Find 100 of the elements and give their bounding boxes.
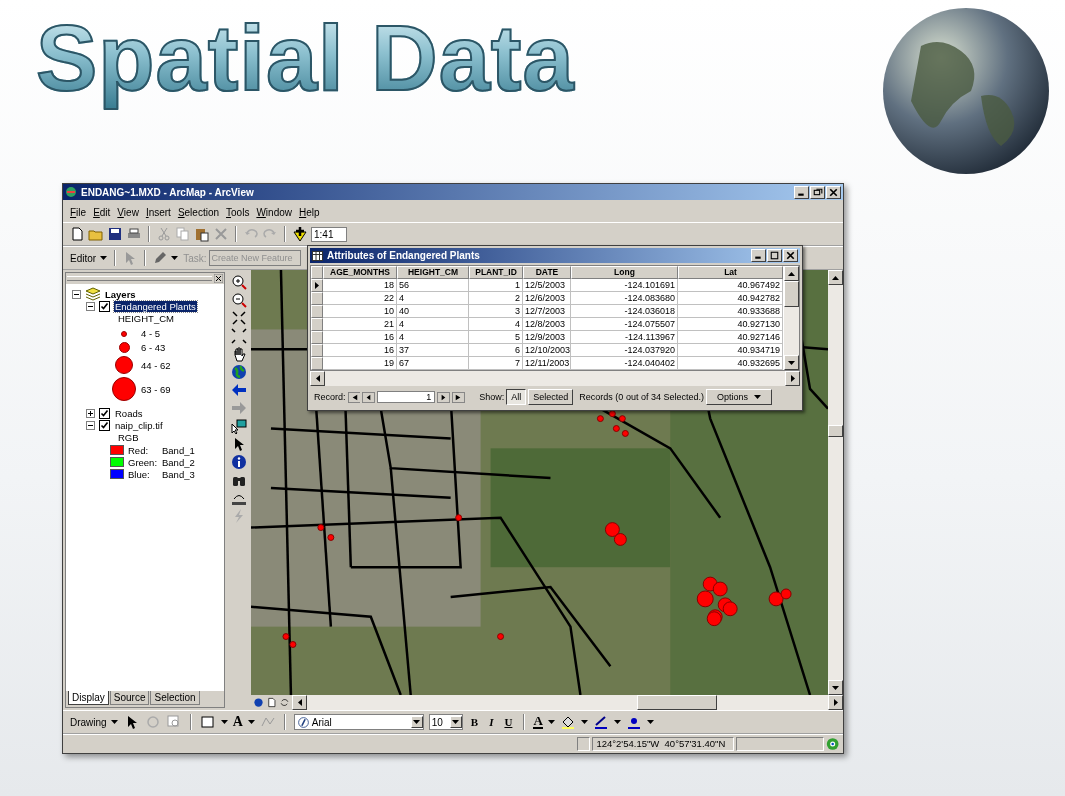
font-dropdown[interactable]: Arial	[293, 714, 424, 730]
menu-item[interactable]: Edit	[90, 206, 114, 218]
data-view-icon[interactable]	[253, 697, 264, 708]
scroll-button[interactable]	[292, 695, 307, 710]
panel-tab[interactable]: Display	[68, 691, 109, 705]
editor-menu-button[interactable]: Editor	[69, 251, 109, 265]
menu-item[interactable]: Tools	[223, 206, 253, 218]
pan-icon[interactable]	[231, 346, 247, 362]
paste-icon[interactable]	[194, 226, 210, 242]
checkbox[interactable]	[99, 419, 110, 431]
globe-icon[interactable]	[231, 364, 247, 380]
dropdown-button[interactable]	[410, 716, 423, 728]
fixed-zoom-out-icon[interactable]	[231, 328, 247, 344]
scroll-button[interactable]	[828, 695, 843, 710]
drawing-menu-button[interactable]: Drawing	[69, 715, 119, 729]
expand-icon[interactable]	[86, 408, 95, 418]
rectangle-icon[interactable]	[199, 714, 216, 730]
format-button[interactable]: B	[467, 716, 482, 728]
text-tool-button[interactable]: A	[232, 714, 243, 730]
caret-icon[interactable]	[220, 720, 228, 724]
collapse-icon[interactable]	[86, 420, 95, 430]
task-field[interactable]: Create New Feature	[209, 250, 302, 266]
checkbox[interactable]	[99, 407, 110, 419]
caret-icon[interactable]	[547, 720, 555, 724]
font-size-dropdown[interactable]: 10	[428, 714, 463, 730]
panel-tab[interactable]: Selection	[150, 691, 200, 705]
caret-icon[interactable]	[580, 720, 588, 724]
caret-icon[interactable]	[613, 720, 621, 724]
caret-icon[interactable]	[646, 720, 654, 724]
minimize-icon[interactable]	[794, 185, 809, 199]
panel-tab[interactable]: Source	[109, 691, 150, 705]
close-icon[interactable]	[214, 274, 223, 283]
pencil-icon[interactable]	[152, 250, 169, 266]
scroll-button[interactable]	[828, 270, 843, 285]
scale-field[interactable]: 1:41	[311, 226, 347, 242]
menu-item[interactable]: Help	[296, 206, 323, 218]
menu-item[interactable]: Window	[253, 206, 295, 218]
show-toggle-button[interactable]: All	[506, 389, 527, 405]
menu-item[interactable]: File	[67, 206, 90, 218]
column-header[interactable]: HEIGHT_CM	[397, 266, 469, 279]
scroll-thumb[interactable]	[637, 695, 717, 710]
line-color-icon[interactable]	[592, 714, 609, 730]
info-icon[interactable]	[231, 454, 247, 470]
scroll-thumb[interactable]	[828, 425, 843, 437]
caret-icon[interactable]	[171, 256, 179, 260]
minimize-icon[interactable]	[751, 249, 766, 262]
menu-item[interactable]: Insert	[142, 206, 174, 218]
font-color-button[interactable]: A	[533, 715, 543, 729]
up-arrow-icon	[832, 275, 839, 280]
format-button[interactable]: U	[501, 716, 516, 728]
zoom-to-selected-icon[interactable]	[165, 714, 182, 730]
scrollbar[interactable]	[828, 270, 843, 695]
zoom-in-icon[interactable]	[231, 274, 247, 290]
layer-name[interactable]: naip_clip.tif	[114, 419, 164, 431]
restore-icon[interactable]	[810, 185, 825, 199]
record-number-field[interactable]: 1	[377, 391, 436, 403]
zoom-out-icon[interactable]	[231, 292, 247, 308]
select-features-icon[interactable]	[231, 418, 247, 434]
scroll-button[interactable]	[784, 266, 799, 281]
caret-icon[interactable]	[247, 720, 255, 724]
back-arrow-icon[interactable]	[231, 382, 247, 398]
format-button[interactable]: I	[486, 716, 497, 728]
column-header[interactable]: PLANT_ID	[469, 266, 523, 279]
show-toggle-button[interactable]: Selected	[528, 389, 574, 405]
column-header[interactable]: Lat	[678, 266, 783, 279]
layers-root-label[interactable]: Layers	[105, 288, 136, 300]
column-header[interactable]: AGE_MONTHS	[323, 266, 397, 279]
scroll-button[interactable]	[784, 355, 799, 370]
fill-color-icon[interactable]	[559, 714, 576, 730]
menu-item[interactable]: Selection	[174, 206, 223, 218]
previous-record-icon[interactable]	[362, 391, 376, 403]
new-document-icon[interactable]	[69, 226, 85, 242]
refresh-icon[interactable]	[279, 697, 290, 708]
first-record-icon[interactable]	[347, 391, 361, 403]
fixed-zoom-in-icon[interactable]	[231, 310, 247, 326]
layer-name[interactable]: Endangered Plants	[114, 300, 197, 312]
maximize-icon[interactable]	[767, 249, 782, 262]
menu-item[interactable]: View	[114, 206, 142, 218]
last-record-icon[interactable]	[452, 391, 466, 403]
scrollbar[interactable]	[310, 371, 800, 386]
add-data-icon[interactable]	[292, 226, 308, 242]
scroll-button[interactable]	[828, 680, 843, 695]
scrollbar[interactable]	[292, 695, 843, 710]
up-arrow-icon	[788, 271, 795, 276]
dropdown-button[interactable]	[449, 716, 462, 728]
row-selector[interactable]	[311, 279, 323, 292]
collapse-icon[interactable]	[72, 289, 81, 299]
scrollbar[interactable]	[784, 266, 799, 370]
scroll-button[interactable]	[785, 371, 800, 386]
save-icon[interactable]	[107, 226, 123, 242]
column-header[interactable]: Long	[571, 266, 678, 279]
checkbox[interactable]	[99, 300, 110, 312]
options-button[interactable]: Options	[705, 389, 772, 405]
scroll-button[interactable]	[310, 371, 325, 386]
next-record-icon[interactable]	[437, 391, 451, 403]
column-header[interactable]: DATE	[523, 266, 571, 279]
layout-view-icon[interactable]	[266, 697, 277, 708]
scroll-thumb[interactable]	[784, 281, 799, 307]
layer-name[interactable]: Roads	[114, 407, 144, 419]
collapse-icon[interactable]	[86, 301, 95, 311]
